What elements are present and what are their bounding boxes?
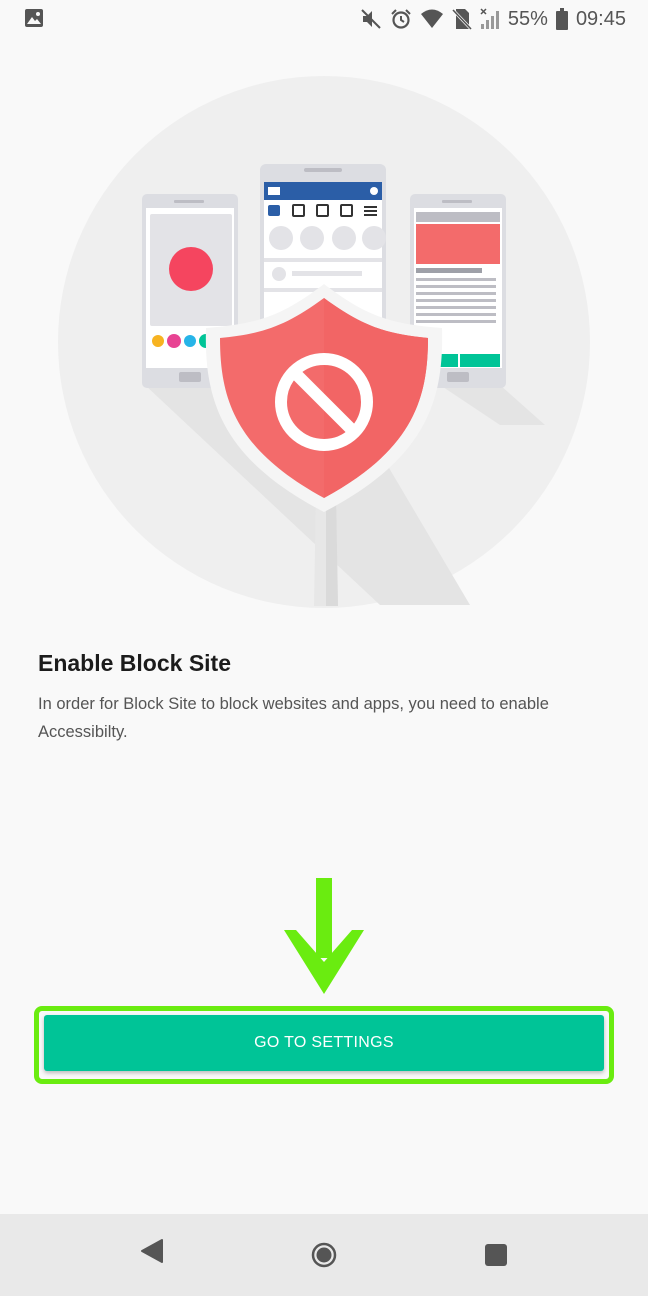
alarm-icon xyxy=(390,8,412,30)
go-to-settings-button[interactable]: GO TO SETTINGS xyxy=(44,1015,604,1071)
block-site-illustration xyxy=(0,60,648,620)
clock-time: 09:45 xyxy=(575,7,626,30)
battery-percent: 55% xyxy=(507,7,548,30)
status-bar: 55% 09:45 xyxy=(0,0,648,38)
back-icon[interactable] xyxy=(140,1238,164,1269)
battery-icon xyxy=(555,8,568,30)
page-description: In order for Block Site to block website… xyxy=(38,695,549,741)
no-sim-icon xyxy=(451,8,472,30)
gallery-notification-icon xyxy=(24,8,44,33)
home-icon[interactable] xyxy=(311,1242,337,1273)
signal-icon xyxy=(480,8,500,30)
recents-icon[interactable] xyxy=(484,1243,508,1272)
page-title: Enable Block Site xyxy=(38,650,232,676)
mute-icon xyxy=(360,8,382,30)
wifi-icon xyxy=(420,9,444,29)
navigation-bar xyxy=(0,1214,648,1296)
arrow-down-icon xyxy=(282,878,366,1001)
